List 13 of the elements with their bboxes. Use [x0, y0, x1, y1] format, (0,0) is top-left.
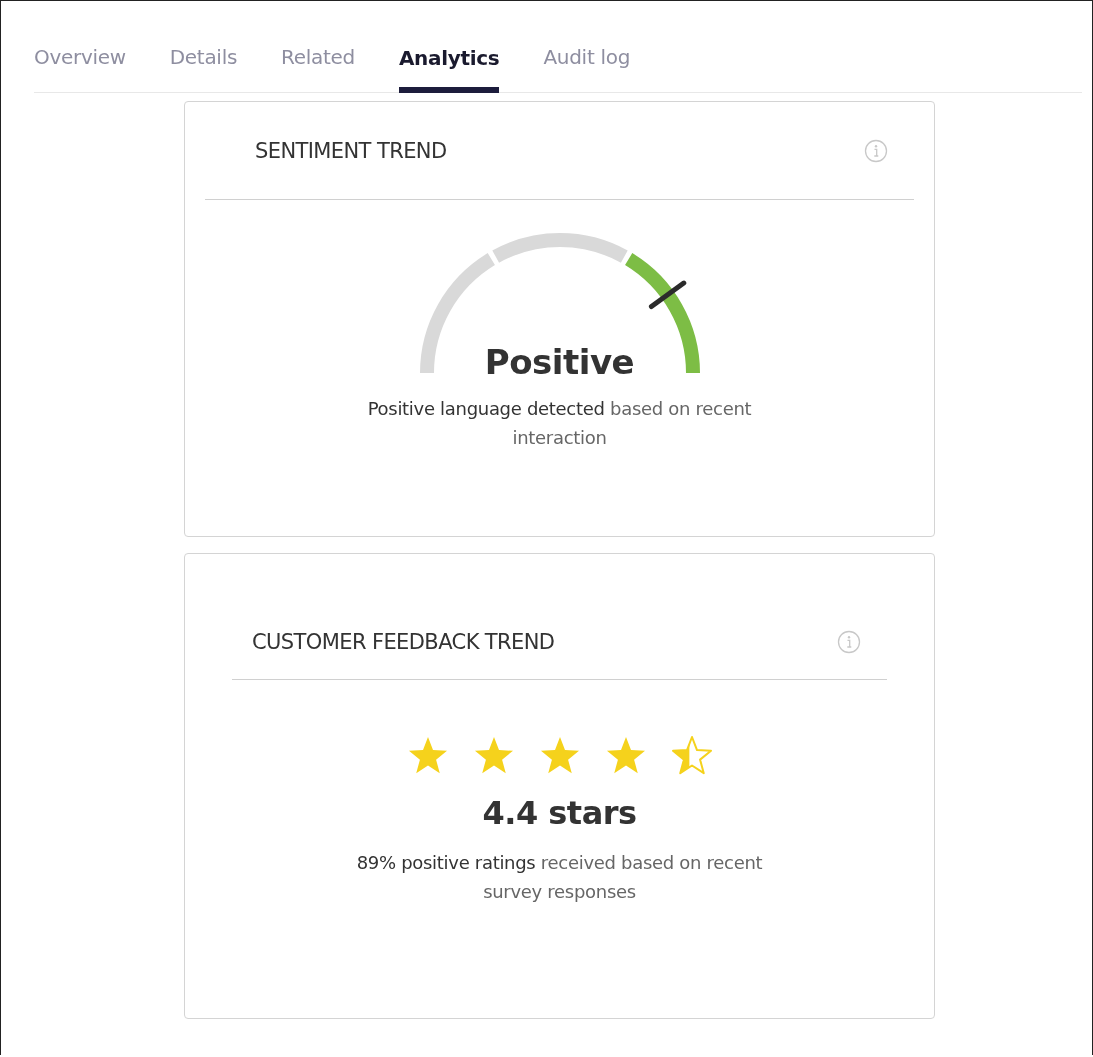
tab[interactable]: Overview — [34, 45, 126, 92]
tab[interactable]: Analytics — [398, 46, 500, 93]
card-title: SENTIMENT TREND — [255, 138, 447, 163]
value-label: Positive — [484, 342, 635, 382]
description: Positive language detected based on recent interaction — [366, 397, 753, 450]
info-icon[interactable] — [837, 629, 861, 654]
value-label: 4.4 stars — [482, 794, 637, 832]
card-title: CUSTOMER FEEDBACK TREND — [252, 629, 555, 654]
description: 89% positive ratings received based on recent survey responses — [355, 851, 764, 904]
tab[interactable]: Related — [281, 45, 355, 92]
tab[interactable]: Audit log — [543, 45, 631, 92]
info-icon[interactable] — [864, 138, 888, 163]
tab[interactable]: Details — [169, 45, 237, 92]
